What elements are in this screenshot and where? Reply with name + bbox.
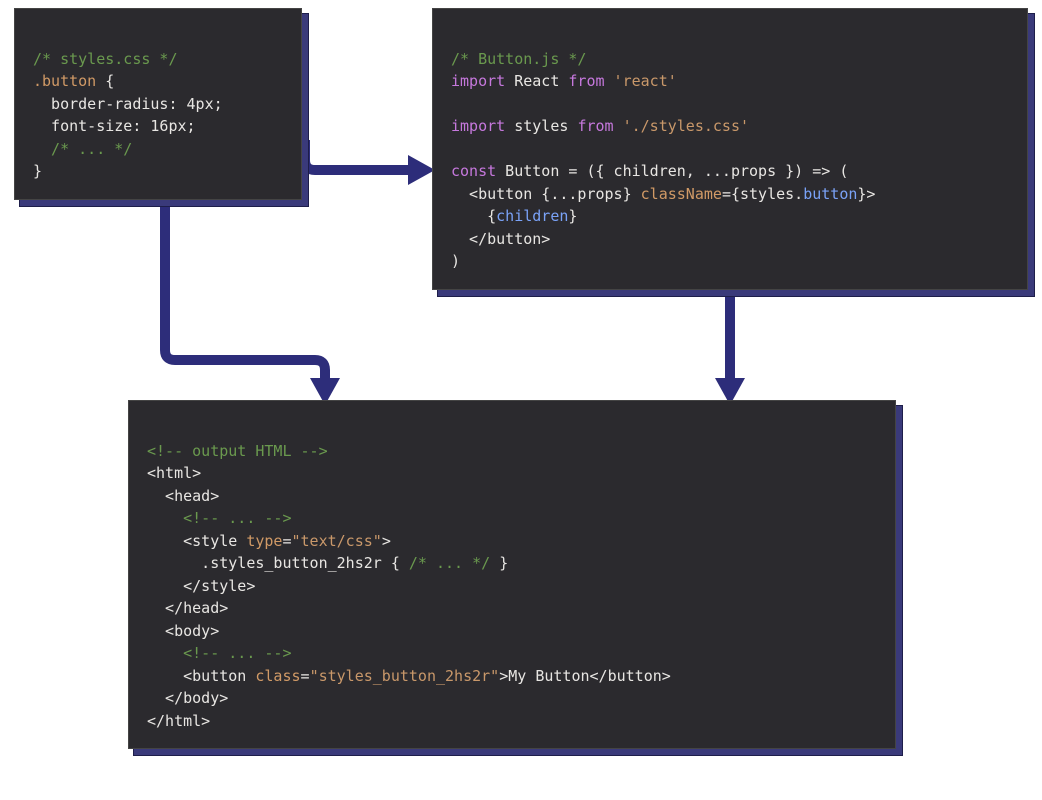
attr: type [246, 532, 282, 550]
ident: React [505, 72, 568, 90]
css-rule: font-size: 16px; [33, 117, 196, 135]
code: Button = ({ children, ...props }) => ( [496, 162, 848, 180]
eq: = [282, 532, 291, 550]
tag: </head> [147, 599, 228, 617]
arrow-css-to-html [140, 200, 360, 410]
comment: /* styles.css */ [33, 50, 178, 68]
css-rule: .styles_button_2hs2r { [147, 554, 409, 572]
attr: class [255, 667, 300, 685]
ident: styles [505, 117, 577, 135]
code: {styles. [731, 185, 803, 203]
tag: > [382, 532, 391, 550]
code: } [568, 207, 577, 225]
code: <button {...props} [451, 185, 641, 203]
tag: <html> [147, 464, 201, 482]
eq: = [301, 667, 310, 685]
tag: </style> [147, 577, 255, 595]
tag: <style [147, 532, 246, 550]
string: "text/css" [292, 532, 382, 550]
keyword-import: import [451, 117, 505, 135]
keyword-const: const [451, 162, 496, 180]
comment: /* Button.js */ [451, 50, 586, 68]
comment: <!-- ... --> [147, 509, 292, 527]
tag: <head> [147, 487, 219, 505]
tag: <body> [147, 622, 219, 640]
comment: <!-- output HTML --> [147, 442, 328, 460]
string: 'react' [605, 72, 677, 90]
code-box-styles-css: /* styles.css */ .button { border-radius… [14, 8, 302, 200]
css-rule: border-radius: 4px; [33, 95, 223, 113]
tag: </body> [147, 689, 228, 707]
arrow-js-to-html [700, 290, 760, 410]
tag: </html> [147, 712, 210, 730]
string: './styles.css' [614, 117, 749, 135]
keyword-from: from [568, 72, 604, 90]
comment: <!-- ... --> [147, 644, 292, 662]
code: }> [857, 185, 875, 203]
code: { [451, 207, 496, 225]
css-rule: } [490, 554, 508, 572]
selector: .button [33, 72, 96, 90]
children: children [496, 207, 568, 225]
eq: = [722, 185, 731, 203]
tag: >My Button</button> [499, 667, 671, 685]
comment: /* ... */ [409, 554, 490, 572]
brace: { [96, 72, 114, 90]
code: ) [451, 252, 460, 270]
keyword-from: from [577, 117, 613, 135]
arrow-css-to-js [300, 130, 440, 190]
prop: button [803, 185, 857, 203]
code-box-output-html: <!-- output HTML --> <html> <head> <!-- … [128, 400, 896, 749]
keyword-import: import [451, 72, 505, 90]
comment: /* ... */ [33, 140, 132, 158]
code: </button> [451, 230, 550, 248]
brace: } [33, 162, 42, 180]
code-box-button-js: /* Button.js */ import React from 'react… [432, 8, 1028, 290]
tag: <button [147, 667, 255, 685]
string: "styles_button_2hs2r" [310, 667, 500, 685]
attr: className [641, 185, 722, 203]
